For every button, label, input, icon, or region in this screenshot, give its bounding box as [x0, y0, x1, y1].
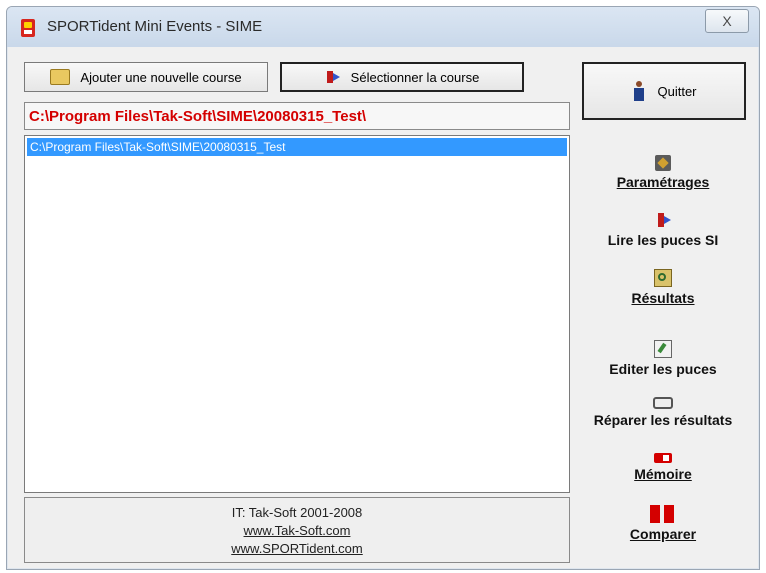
edit-chips-button[interactable]: Editer les puces: [573, 340, 753, 377]
memory-label: Mémoire: [634, 466, 692, 482]
settings-label: Paramétrages: [616, 174, 710, 190]
compare-button[interactable]: Comparer: [573, 505, 753, 542]
sportident-app-icon: [21, 19, 35, 37]
copyright-text: IT: Tak-Soft 2001-2008: [231, 505, 363, 520]
results-label: Résultats: [631, 290, 695, 306]
current-path-display: C:\Program Files\Tak-Soft\SIME\20080315_…: [24, 102, 570, 130]
settings-button[interactable]: Paramétrages: [573, 155, 753, 190]
select-arrow-icon: [325, 69, 341, 85]
tak-soft-link[interactable]: www.Tak-Soft.com: [25, 522, 569, 540]
list-item[interactable]: C:\Program Files\Tak-Soft\SIME\20080315_…: [27, 138, 567, 156]
compare-icon: [650, 505, 676, 523]
quit-label: Quitter: [657, 83, 697, 99]
edit-chips-label: Editer les puces: [609, 361, 717, 377]
exit-person-icon: [631, 81, 647, 101]
results-icon: [654, 269, 672, 287]
close-button[interactable]: X: [705, 9, 749, 33]
window-title: SPORTident Mini Events - SIME: [47, 18, 263, 35]
read-chips-label: Lire les puces SI: [607, 232, 719, 248]
close-icon: X: [722, 13, 732, 29]
select-course-button[interactable]: Sélectionner la course: [280, 62, 524, 92]
repair-icon: [653, 397, 673, 409]
repair-results-label: Réparer les résultats: [593, 412, 733, 428]
repair-results-button[interactable]: Réparer les résultats: [573, 397, 753, 428]
course-list[interactable]: C:\Program Files\Tak-Soft\SIME\20080315_…: [24, 135, 570, 493]
title-bar: SPORTident Mini Events - SIME X: [7, 7, 759, 47]
edit-chips-icon: [654, 340, 672, 358]
quit-button[interactable]: Quitter: [582, 62, 746, 120]
results-button[interactable]: Résultats: [573, 269, 753, 306]
main-window: SPORTident Mini Events - SIME X Ajouter …: [6, 6, 760, 570]
select-course-label: Sélectionner la course: [350, 69, 480, 85]
read-chips-icon: [655, 213, 671, 229]
side-menu: Paramétrages Lire les puces SI Résultats…: [573, 135, 753, 563]
compare-label: Comparer: [629, 526, 697, 542]
memory-button[interactable]: Mémoire: [573, 453, 753, 482]
footer-info: IT: Tak-Soft 2001-2008 www.Tak-Soft.com …: [24, 497, 570, 563]
read-chips-button[interactable]: Lire les puces SI: [573, 213, 753, 248]
add-course-button[interactable]: Ajouter une nouvelle course: [24, 62, 268, 92]
folder-icon: [50, 69, 71, 85]
memory-icon: [654, 453, 672, 463]
settings-icon: [655, 155, 671, 171]
add-course-label: Ajouter une nouvelle course: [80, 69, 242, 85]
sportident-link[interactable]: www.SPORTident.com: [25, 540, 569, 558]
